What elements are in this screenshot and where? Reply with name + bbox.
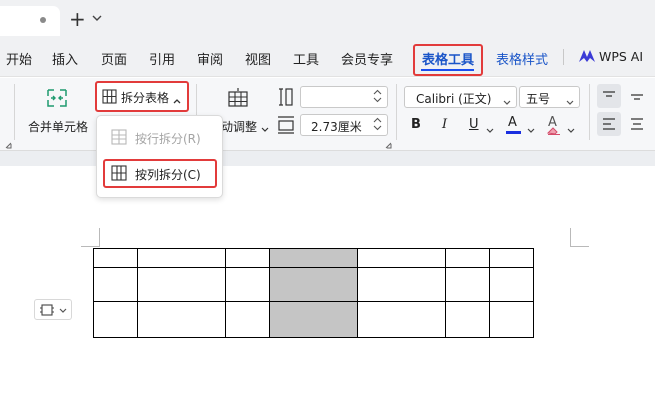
- table-cell[interactable]: [489, 267, 534, 302]
- font-color-bar: [506, 131, 521, 134]
- table-cell[interactable]: [445, 248, 490, 268]
- margin-corner-mark: [570, 228, 589, 247]
- underline-button[interactable]: U: [469, 117, 479, 132]
- chevron-down-icon[interactable]: [527, 123, 535, 137]
- tab-menu-chevron-icon[interactable]: [92, 12, 102, 25]
- chevron-down-icon: [503, 95, 511, 109]
- document-tab[interactable]: [0, 6, 60, 36]
- height-spinner-icon[interactable]: [373, 116, 382, 135]
- split-table-label: 拆分表格: [121, 91, 170, 105]
- table-cell[interactable]: [225, 248, 270, 268]
- font-name-select[interactable]: Calibri (正文): [404, 86, 517, 108]
- wps-ai-button[interactable]: WPS AI: [599, 49, 643, 64]
- split-rows-icon: [111, 129, 127, 148]
- document-table[interactable]: [93, 248, 534, 338]
- ribbon-divider: [14, 84, 15, 140]
- table-cell-selected[interactable]: [269, 248, 358, 268]
- split-table-icon: [102, 89, 117, 107]
- auto-fit-button[interactable]: 动调整: [221, 118, 257, 135]
- font-color-button[interactable]: A: [508, 115, 517, 130]
- chevron-up-icon: [173, 93, 181, 107]
- merge-cells-icon: [46, 88, 68, 111]
- align-center-icon[interactable]: [630, 118, 644, 133]
- menu-home[interactable]: 开始: [6, 49, 32, 68]
- unsaved-dot-icon: [40, 17, 46, 23]
- row-height-value: 2.73厘米: [311, 120, 362, 134]
- table-cell[interactable]: [93, 301, 138, 338]
- table-cell[interactable]: [357, 301, 446, 338]
- ribbon-divider: [589, 84, 590, 140]
- table-cell[interactable]: [357, 248, 446, 268]
- column-width-icon: [278, 87, 294, 110]
- menu-page[interactable]: 页面: [101, 49, 127, 68]
- table-cell[interactable]: [489, 248, 534, 268]
- menu-view[interactable]: 视图: [245, 49, 271, 68]
- bold-button[interactable]: B: [411, 117, 421, 132]
- table-cell-selected[interactable]: [269, 301, 358, 338]
- menu-bar: [0, 40, 655, 77]
- table-cell[interactable]: [93, 267, 138, 302]
- wps-ai-icon: [578, 48, 596, 64]
- split-rows-item: 按行拆分(R): [135, 132, 201, 146]
- table-cell[interactable]: [137, 301, 226, 338]
- font-size-select[interactable]: 五号: [519, 86, 580, 108]
- table-cell[interactable]: [445, 267, 490, 302]
- chevron-down-icon: [566, 95, 574, 109]
- font-name-value: Calibri (正文): [416, 92, 492, 106]
- table-cell[interactable]: [225, 267, 270, 302]
- dialog-launcher-icon[interactable]: [5, 138, 12, 152]
- menu-member[interactable]: 会员专享: [341, 49, 393, 68]
- merge-cells-button[interactable]: 合并单元格: [28, 118, 88, 135]
- align-left-button[interactable]: [597, 112, 621, 136]
- menu-review[interactable]: 审阅: [197, 49, 223, 68]
- chevron-down-icon[interactable]: [567, 123, 575, 137]
- table-tools-highlight: [413, 44, 483, 76]
- table-cell[interactable]: [137, 267, 226, 302]
- width-spinner-icon[interactable]: [373, 88, 382, 107]
- margin-corner-mark: [81, 228, 100, 247]
- chevron-down-icon: [261, 122, 269, 136]
- table-cell[interactable]: [137, 248, 226, 268]
- menu-tools[interactable]: 工具: [293, 49, 319, 68]
- italic-button[interactable]: I: [442, 117, 447, 132]
- table-cell[interactable]: [225, 301, 270, 338]
- table-cell[interactable]: [445, 301, 490, 338]
- eraser-icon: [546, 124, 562, 138]
- ribbon-divider: [396, 84, 397, 140]
- menu-insert[interactable]: 插入: [52, 49, 78, 68]
- table-cell[interactable]: [357, 267, 446, 302]
- table-cell[interactable]: [93, 248, 138, 268]
- table-cell-selected[interactable]: [269, 267, 358, 302]
- split-cols-item[interactable]: 按列拆分(C): [135, 166, 201, 183]
- chevron-down-icon[interactable]: [486, 123, 494, 137]
- dialog-launcher-icon[interactable]: [385, 138, 392, 152]
- table-cell[interactable]: [489, 301, 534, 338]
- font-size-value: 五号: [526, 92, 551, 106]
- menu-references[interactable]: 引用: [149, 49, 175, 68]
- align-middle-icon[interactable]: [630, 91, 644, 105]
- tab-table-style[interactable]: 表格样式: [496, 49, 548, 68]
- menu-separator: [563, 49, 564, 65]
- new-tab-plus-icon[interactable]: +: [69, 8, 86, 30]
- align-top-button[interactable]: [597, 84, 621, 108]
- split-columns-icon: [111, 165, 127, 184]
- row-height-icon: [277, 115, 295, 138]
- auto-fit-icon: [227, 86, 249, 111]
- table-handle[interactable]: [34, 299, 72, 320]
